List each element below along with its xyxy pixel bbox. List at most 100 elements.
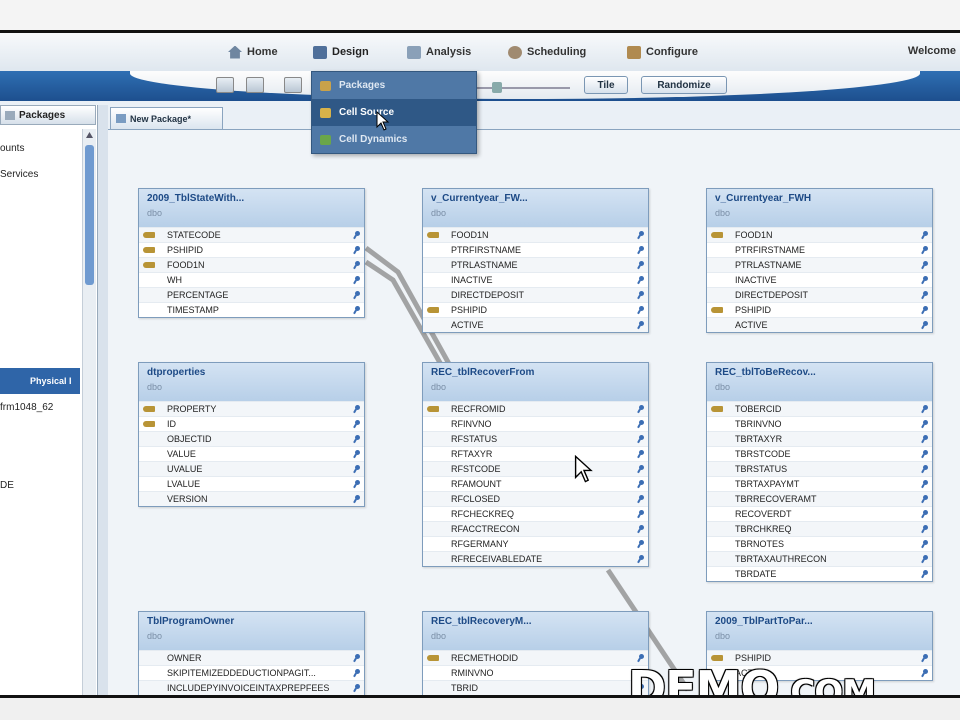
table-column-row[interactable]: TOBERCID bbox=[707, 401, 932, 416]
table-column-row[interactable]: TBRINVNO bbox=[707, 416, 932, 431]
pin-icon[interactable] bbox=[638, 420, 644, 428]
table-column-row[interactable]: PSHIPID bbox=[707, 302, 932, 317]
table-column-row[interactable]: INCLUDEPYINVOICEINTAXPREPFEES bbox=[139, 680, 364, 695]
table-column-row[interactable]: RFCHECKREQ bbox=[423, 506, 648, 521]
table-column-row[interactable]: SKIPITEMIZEDDEDUCTIONPAGIT... bbox=[139, 665, 364, 680]
pin-icon[interactable] bbox=[922, 495, 928, 503]
pin-icon[interactable] bbox=[922, 321, 928, 329]
nav-analysis[interactable]: Analysis bbox=[407, 43, 471, 61]
pin-icon[interactable] bbox=[354, 669, 360, 677]
table-header[interactable]: dtproperties dbo bbox=[139, 363, 364, 401]
table-column-row[interactable]: PTRLASTNAME bbox=[707, 257, 932, 272]
nav-scheduling[interactable]: Scheduling bbox=[508, 43, 586, 61]
pin-icon[interactable] bbox=[922, 306, 928, 314]
pin-icon[interactable] bbox=[638, 321, 644, 329]
pin-icon[interactable] bbox=[638, 540, 644, 548]
entity-table-card[interactable]: dtproperties dbo PROPERTY ID OBJECTID VALUE UV… bbox=[138, 362, 365, 507]
entity-table-card[interactable]: 2009_TblStateWith... dbo STATECODE PSHIPID F… bbox=[138, 188, 365, 318]
table-header[interactable]: v_Currentyear_FWH dbo bbox=[707, 189, 932, 227]
table-column-row[interactable]: PTRLASTNAME bbox=[423, 257, 648, 272]
table-column-row[interactable]: PTRFIRSTNAME bbox=[707, 242, 932, 257]
pin-icon[interactable] bbox=[922, 570, 928, 578]
pin-icon[interactable] bbox=[354, 435, 360, 443]
randomize-button[interactable]: Randomize bbox=[641, 76, 727, 94]
tree-item[interactable]: Services bbox=[0, 169, 38, 180]
menu-item-cell-dynamics[interactable]: Cell Dynamics bbox=[312, 126, 476, 153]
entity-table-card[interactable]: v_Currentyear_FWH dbo FOOD1N PTRFIRSTNAME PT… bbox=[706, 188, 933, 333]
table-column-row[interactable]: TBRDATE bbox=[707, 566, 932, 581]
table-column-row[interactable]: RFGERMANY bbox=[423, 536, 648, 551]
table-column-row[interactable]: WH bbox=[139, 272, 364, 287]
table-column-row[interactable]: RFRECEIVABLEDATE bbox=[423, 551, 648, 566]
table-column-row[interactable]: LVALUE bbox=[139, 476, 364, 491]
scroll-up-icon[interactable] bbox=[85, 131, 94, 139]
pin-icon[interactable] bbox=[922, 465, 928, 473]
pin-icon[interactable] bbox=[638, 525, 644, 533]
table-column-row[interactable]: TBRSTCODE bbox=[707, 446, 932, 461]
pin-icon[interactable] bbox=[354, 684, 360, 692]
tree-item[interactable]: DE bbox=[0, 480, 14, 491]
pin-icon[interactable] bbox=[354, 291, 360, 299]
pin-icon[interactable] bbox=[354, 246, 360, 254]
table-header[interactable]: REC_tblToBeRecov... dbo bbox=[707, 363, 932, 401]
menu-item-cell-source[interactable]: Cell Source bbox=[312, 99, 476, 126]
pin-icon[interactable] bbox=[638, 231, 644, 239]
pin-icon[interactable] bbox=[638, 450, 644, 458]
pin-icon[interactable] bbox=[638, 495, 644, 503]
tab-new-package[interactable]: New Package* bbox=[110, 107, 223, 129]
table-column-row[interactable]: RMINVNO bbox=[423, 665, 648, 680]
pin-icon[interactable] bbox=[922, 261, 928, 269]
table-header[interactable]: REC_tblRecoveryM... dbo bbox=[423, 612, 648, 650]
pin-icon[interactable] bbox=[922, 246, 928, 254]
table-column-row[interactable]: STATECODE bbox=[139, 227, 364, 242]
copy-icon[interactable] bbox=[246, 77, 264, 93]
table-column-row[interactable]: VERSION bbox=[139, 491, 364, 506]
tab-packages[interactable]: Packages bbox=[0, 105, 96, 125]
pin-icon[interactable] bbox=[922, 435, 928, 443]
table-column-row[interactable]: RFACCTRECON bbox=[423, 521, 648, 536]
table-column-row[interactable]: RFSTCODE bbox=[423, 461, 648, 476]
pin-icon[interactable] bbox=[354, 420, 360, 428]
pin-icon[interactable] bbox=[638, 306, 644, 314]
pin-icon[interactable] bbox=[922, 480, 928, 488]
table-column-row[interactable]: TBRTAXPAYMT bbox=[707, 476, 932, 491]
table-column-row[interactable]: TBRSTATUS bbox=[707, 461, 932, 476]
pin-icon[interactable] bbox=[354, 465, 360, 473]
delete-icon[interactable] bbox=[284, 77, 302, 93]
table-column-row[interactable]: TBRID bbox=[423, 680, 648, 695]
pin-icon[interactable] bbox=[354, 231, 360, 239]
table-column-row[interactable]: RFCLOSED bbox=[423, 491, 648, 506]
pin-icon[interactable] bbox=[922, 450, 928, 458]
table-column-row[interactable]: RECOVERDT bbox=[707, 506, 932, 521]
scrollbar-thumb[interactable] bbox=[85, 145, 94, 285]
table-column-row[interactable]: TIMESTAMP bbox=[139, 302, 364, 317]
pin-icon[interactable] bbox=[922, 510, 928, 518]
pin-icon[interactable] bbox=[922, 276, 928, 284]
table-column-row[interactable]: ACTIVE bbox=[423, 317, 648, 332]
table-column-row[interactable]: FOOD1N bbox=[707, 227, 932, 242]
table-column-row[interactable]: INACTIVE bbox=[423, 272, 648, 287]
pin-icon[interactable] bbox=[638, 246, 644, 254]
tree-item-selected[interactable]: Physical I bbox=[0, 368, 80, 394]
entity-table-card[interactable]: TblProgramOwner dbo OWNER SKIPITEMIZEDDEDUC… bbox=[138, 611, 365, 695]
entity-table-card[interactable]: v_Currentyear_FW... dbo FOOD1N PTRFIRSTNAME… bbox=[422, 188, 649, 333]
add-table-icon[interactable] bbox=[216, 77, 234, 93]
table-column-row[interactable]: TBRNOTES bbox=[707, 536, 932, 551]
table-column-row[interactable]: PSHIPID bbox=[423, 302, 648, 317]
table-column-row[interactable]: OWNER bbox=[139, 650, 364, 665]
pin-icon[interactable] bbox=[354, 495, 360, 503]
table-header[interactable]: v_Currentyear_FW... dbo bbox=[423, 189, 648, 227]
tile-button[interactable]: Tile bbox=[584, 76, 628, 94]
pin-icon[interactable] bbox=[638, 465, 644, 473]
pin-icon[interactable] bbox=[638, 510, 644, 518]
table-column-row[interactable]: PSHIPID bbox=[139, 242, 364, 257]
pin-icon[interactable] bbox=[638, 480, 644, 488]
pin-icon[interactable] bbox=[922, 555, 928, 563]
pin-icon[interactable] bbox=[354, 261, 360, 269]
table-header[interactable]: REC_tblRecoverFrom dbo bbox=[423, 363, 648, 401]
table-column-row[interactable]: RECMETHODID bbox=[423, 650, 648, 665]
pin-icon[interactable] bbox=[638, 291, 644, 299]
table-column-row[interactable]: ID bbox=[139, 416, 364, 431]
table-column-row[interactable]: FOOD1N bbox=[139, 257, 364, 272]
pin-icon[interactable] bbox=[922, 291, 928, 299]
